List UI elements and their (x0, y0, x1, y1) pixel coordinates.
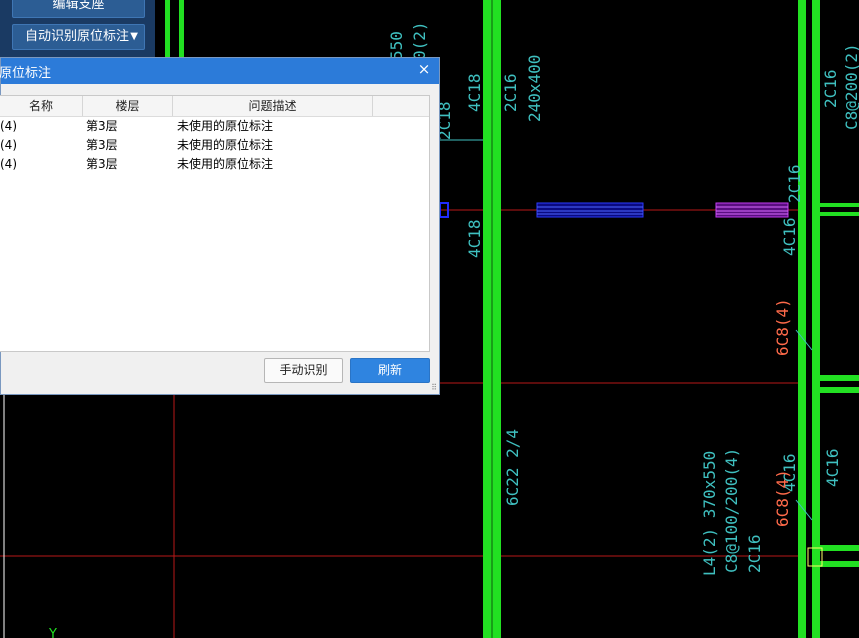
chevron-down-icon[interactable]: ▼ (130, 25, 138, 49)
wall-left-core (170, 0, 179, 58)
cell-description: 未使用的原位标注 (177, 138, 274, 152)
wall-right-core (806, 0, 812, 638)
annotation-text: 2C16 (745, 534, 764, 573)
cell-floor: 第3层 (86, 157, 118, 171)
edit-support-label: 编辑支座 (52, 0, 105, 12)
cell-name: (4) (0, 138, 17, 152)
auto-identify-label: 自动识别原位标注 (25, 29, 130, 44)
cell-floor: 第3层 (86, 138, 118, 152)
resize-grip-icon[interactable]: ⠿ (431, 383, 437, 392)
cell-name: (4) (0, 157, 17, 171)
cell-description: 未使用的原位标注 (177, 119, 274, 133)
annotation-text: 4C16 (780, 217, 799, 256)
column-header-description[interactable]: 问题描述 (173, 96, 373, 116)
issue-table: 名称 楼层 问题描述 (4) 第3层 未使用的原位标注 (4) 第3层 未使用的… (0, 95, 430, 352)
annotation-text: 2C16 (501, 73, 520, 112)
annotation-text: L4(2) 370x550 (700, 451, 719, 576)
annotation-text: C8@200(2) (842, 43, 859, 130)
annotation-text-red: 6C8(4) (773, 469, 792, 527)
table-row[interactable]: (4) 第3层 未使用的原位标注 (0, 136, 429, 155)
tool-panel: 编辑支座 自动识别原位标注 ▼ (0, 0, 155, 58)
refresh-button[interactable]: 刷新 (350, 358, 430, 383)
edit-support-button[interactable]: 编辑支座 (12, 0, 145, 18)
cell-floor: 第3层 (86, 119, 118, 133)
annotation-text: 4C18 (465, 219, 484, 258)
annotation-dialog: 原位标注 × 名称 楼层 问题描述 (4) 第3层 未使用的原位标注 (4) 第… (0, 57, 440, 395)
table-row[interactable]: (4) 第3层 未使用的原位标注 (0, 117, 429, 136)
annotation-text: 550 (387, 31, 406, 60)
auto-identify-button[interactable]: 自动识别原位标注 ▼ (12, 24, 145, 50)
table-row[interactable]: (4) 第3层 未使用的原位标注 (0, 155, 429, 174)
annotation-text: C8@100/200(4) (722, 448, 741, 573)
annotation-text: 4C18 (465, 73, 484, 112)
column-header-name[interactable]: 名称 (0, 96, 83, 116)
cell-name: (4) (0, 119, 17, 133)
wall-branch-top-core (820, 207, 859, 212)
cell-description: 未使用的原位标注 (177, 157, 274, 171)
annotation-text: 6C22 2/4 (503, 429, 522, 506)
rebar-blue-mid (536, 202, 644, 218)
annotation-text-red: 6C8(4) (773, 298, 792, 356)
table-header: 名称 楼层 问题描述 (0, 96, 429, 117)
annotation-text: 240x400 (525, 55, 544, 122)
wall-branch-low-core (820, 551, 859, 561)
axis-label-y: Y (48, 627, 57, 638)
close-icon[interactable]: × (415, 60, 433, 78)
wall-branch-mid-core (820, 381, 859, 387)
annotation-text: 4C16 (823, 448, 842, 487)
dialog-title: 原位标注 (0, 66, 52, 81)
column-header-floor[interactable]: 楼层 (83, 96, 173, 116)
manual-identify-button[interactable]: 手动识别 (264, 358, 343, 383)
annotation-text: 2C16 (821, 69, 840, 108)
annotation-text: 0(2) (410, 21, 429, 60)
dialog-titlebar[interactable]: 原位标注 × (0, 58, 439, 84)
rebar-magenta (715, 202, 789, 218)
annotation-text: 2C16 (785, 164, 804, 203)
